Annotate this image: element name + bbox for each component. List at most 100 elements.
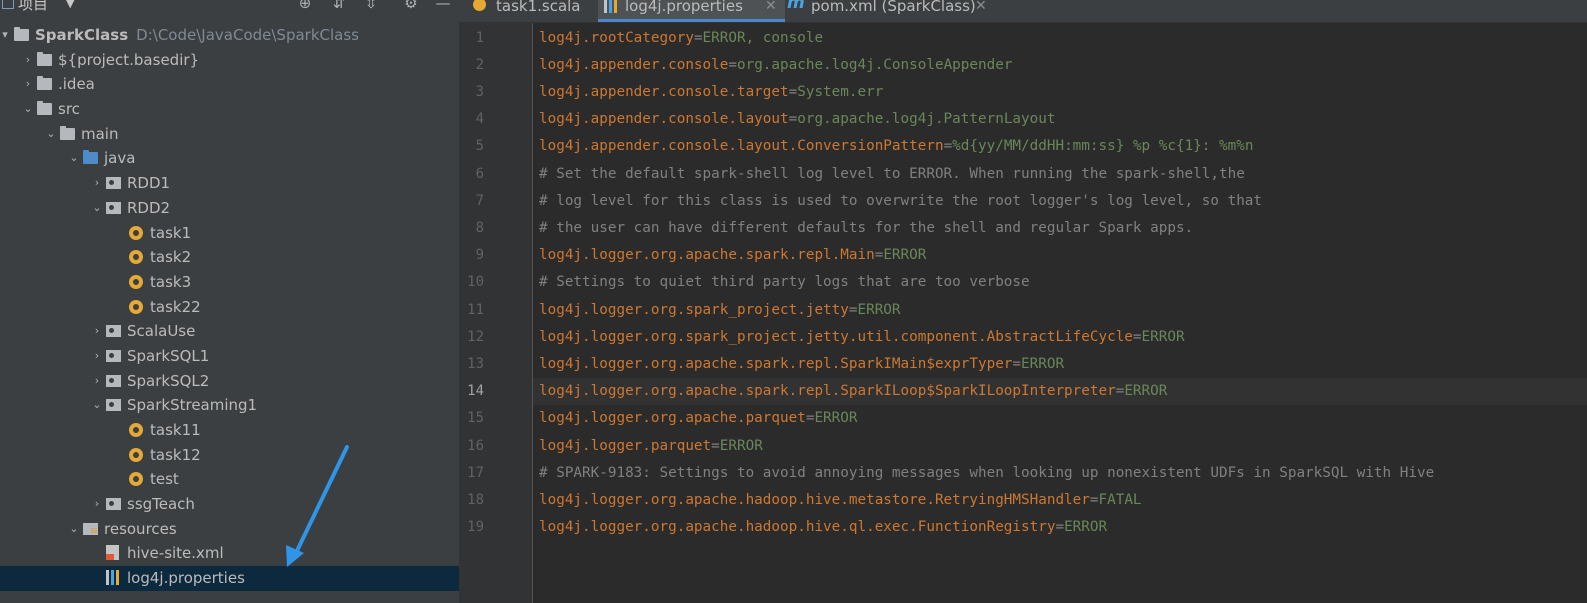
chevron-right-icon[interactable]: › xyxy=(91,369,103,394)
tree-item[interactable]: › .idea xyxy=(0,72,459,97)
chevron-down-icon[interactable]: ⌄ xyxy=(45,122,57,147)
project-panel-title[interactable]: 项目 xyxy=(18,0,48,14)
code-line[interactable]: log4j.appender.console.layout.Conversion… xyxy=(533,133,1587,160)
package-icon xyxy=(106,374,121,387)
tree-item[interactable]: ⌄ src xyxy=(0,97,459,122)
tree-item[interactable]: task12 xyxy=(0,443,459,468)
equals-sign: = xyxy=(788,111,798,128)
tree-item[interactable]: ⌄ resources xyxy=(0,517,459,542)
code-line[interactable]: log4j.logger.org.apache.spark.repl.Main=… xyxy=(533,242,1587,269)
chevron-right-icon[interactable]: › xyxy=(91,319,103,344)
tree-item[interactable]: › SparkSQL1 xyxy=(0,344,459,369)
tree-item[interactable]: task11 xyxy=(0,418,459,443)
locate-icon[interactable]: ⊕ xyxy=(296,0,314,12)
chevron-right-icon[interactable]: › xyxy=(22,48,34,73)
chevron-down-icon[interactable]: ⌄ xyxy=(68,146,80,171)
property-key: log4j.logger.org.apache.parquet xyxy=(539,410,806,427)
editor-tab-label: log4j.properties xyxy=(625,0,743,15)
tree-item[interactable]: task3 xyxy=(0,270,459,295)
code-line[interactable]: log4j.logger.org.apache.spark.repl.Spark… xyxy=(533,351,1587,378)
code-line[interactable]: log4j.appender.console.target=System.err xyxy=(533,79,1587,106)
chevron-down-icon[interactable]: ⌄ xyxy=(22,97,34,122)
equals-sign: = xyxy=(1132,328,1142,345)
property-key: log4j.logger.org.apache.hadoop.hive.ql.e… xyxy=(539,519,1056,536)
code-line[interactable]: log4j.rootCategory=ERROR, console xyxy=(533,25,1587,52)
chevron-right-icon[interactable]: › xyxy=(91,344,103,369)
project-tree: ▾ SparkClass D:\Code\JavaCode\SparkClass › $… xyxy=(0,23,459,591)
code-line[interactable]: log4j.logger.org.spark_project.jetty=ERR… xyxy=(533,297,1587,324)
tree-item[interactable]: › ssgTeach xyxy=(0,492,459,517)
tree-item[interactable]: task2 xyxy=(0,245,459,270)
close-icon[interactable]: ✕ xyxy=(975,0,987,13)
tree-item[interactable]: › RDD1 xyxy=(0,171,459,196)
tree-item[interactable]: › ${project.basedir} xyxy=(0,48,459,73)
chevron-right-icon[interactable]: › xyxy=(22,72,34,97)
folder-icon xyxy=(37,51,52,66)
code-line[interactable]: # log level for this class is used to ov… xyxy=(533,188,1587,215)
tree-item[interactable]: › SparkSQL2 xyxy=(0,369,459,394)
tree-item[interactable]: test xyxy=(0,467,459,492)
equals-sign: = xyxy=(1089,491,1099,508)
package-icon xyxy=(106,201,121,214)
tree-item[interactable]: ⌄ java xyxy=(0,146,459,171)
equals-sign: = xyxy=(943,138,953,155)
property-value: ERROR xyxy=(1021,355,1065,372)
tree-item-label: task3 xyxy=(150,270,191,295)
tree-item[interactable]: task1 xyxy=(0,221,459,246)
chevron-right-icon[interactable]: › xyxy=(91,492,103,517)
tree-item-label: task12 xyxy=(150,443,201,468)
tree-item[interactable]: log4j.properties xyxy=(0,566,459,591)
tree-item-text: java xyxy=(104,149,136,168)
code-comment: # log level for this class is used to ov… xyxy=(539,192,1263,209)
close-icon[interactable]: ✕ xyxy=(765,0,777,13)
minimize-icon[interactable]: — xyxy=(434,0,452,12)
collapse-all-icon[interactable]: ⇳ xyxy=(362,0,380,12)
tree-item[interactable]: task22 xyxy=(0,295,459,320)
code-line[interactable]: log4j.logger.org.apache.parquet=ERROR xyxy=(533,405,1587,432)
tree-item[interactable]: ▾ SparkClass D:\Code\JavaCode\SparkClass xyxy=(0,23,459,48)
tree-item-text: hive-site.xml xyxy=(127,544,224,563)
chevron-down-icon[interactable]: ▾ xyxy=(0,23,11,48)
properties-file-icon xyxy=(106,570,119,586)
editor-tab[interactable]: m pom.xml (SparkClass) ✕ xyxy=(785,0,995,22)
code-line[interactable]: log4j.appender.console.layout=org.apache… xyxy=(533,106,1587,133)
equals-sign: = xyxy=(788,83,798,100)
chevron-down-icon[interactable]: ▼ xyxy=(66,0,74,10)
code-line[interactable]: log4j.logger.org.apache.hadoop.hive.ql.e… xyxy=(533,514,1587,541)
expand-all-icon[interactable]: ⇵ xyxy=(330,0,348,12)
tree-item-text: ${project.basedir} xyxy=(58,50,200,69)
line-number-gutter: 1 2 3 4 5 6 7 8 9 10 11 12 13 14 15 16 17 18 19 xyxy=(459,23,533,603)
properties-file-icon xyxy=(604,0,617,13)
code-line[interactable]: log4j.appender.console=org.apache.log4j.… xyxy=(533,52,1587,79)
line-number: 13 xyxy=(467,355,484,372)
editor-tab[interactable]: task1.scala xyxy=(469,0,596,22)
chevron-down-icon[interactable]: ⌄ xyxy=(91,393,103,418)
tree-item[interactable]: ⌄ SparkStreaming1 xyxy=(0,393,459,418)
tree-item[interactable]: ⌄ main xyxy=(0,122,459,147)
tree-item[interactable]: hive-site.xml xyxy=(0,541,459,566)
chevron-down-icon[interactable]: ⌄ xyxy=(68,517,80,542)
editor-tab[interactable]: log4j.properties ✕ xyxy=(598,0,785,22)
folder-icon xyxy=(60,125,75,140)
source-folder-icon xyxy=(83,150,98,165)
code-line[interactable]: # the user can have different defaults f… xyxy=(533,215,1587,242)
code-line[interactable]: # Settings to quiet third party logs tha… xyxy=(533,269,1587,296)
property-value: ERROR xyxy=(1141,328,1185,345)
line-number: 8 xyxy=(475,219,484,236)
property-key: log4j.logger.org.spark_project.jetty xyxy=(539,301,849,318)
tree-item[interactable]: › ScalaUse xyxy=(0,319,459,344)
code-line[interactable]: log4j.logger.org.apache.hadoop.hive.meta… xyxy=(533,487,1587,514)
code-line[interactable]: log4j.logger.org.spark_project.jetty.uti… xyxy=(533,324,1587,351)
code-line[interactable]: log4j.logger.parquet=ERROR xyxy=(533,433,1587,460)
package-icon xyxy=(106,498,121,511)
code-line[interactable]: # Set the default spark-shell log level … xyxy=(533,161,1587,188)
tree-item[interactable]: ⌄ RDD2 xyxy=(0,196,459,221)
chevron-down-icon[interactable]: ⌄ xyxy=(91,196,103,221)
tree-item-label: SparkSQL2 xyxy=(127,369,209,394)
code-line[interactable]: log4j.logger.org.apache.spark.repl.Spark… xyxy=(533,378,1587,406)
code-line[interactable]: # SPARK-9183: Settings to avoid annoying… xyxy=(533,460,1587,487)
chevron-right-icon[interactable]: › xyxy=(91,171,103,196)
property-key: log4j.appender.console.layout.Conversion… xyxy=(539,138,944,155)
gear-icon[interactable]: ⚙ xyxy=(402,0,420,12)
tree-item-text: main xyxy=(81,124,119,143)
